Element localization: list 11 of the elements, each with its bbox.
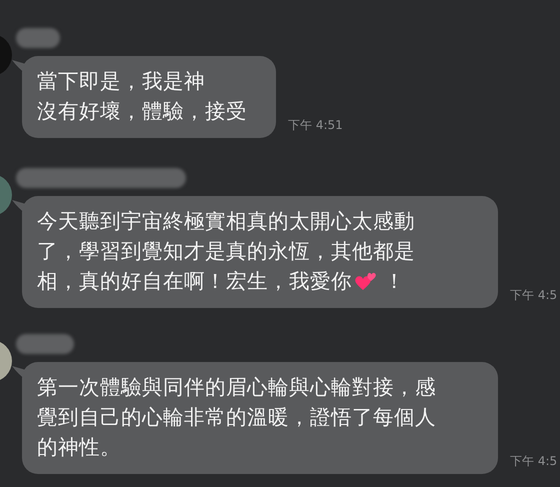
message-time: 下午 4:5	[510, 287, 558, 304]
message-time: 下午 4:5	[510, 453, 558, 470]
message-time: 下午 4:51	[288, 117, 343, 134]
blurred-name	[16, 28, 60, 48]
message-text: 當下即是，我是神 沒有好壞，體驗，接受	[37, 68, 248, 125]
hearts-icon	[354, 270, 378, 292]
message-text: ！	[384, 269, 405, 293]
message-text: 今天聽到宇宙終極實相真的太開心太感動 了，學習到覺知才是真的永恆，其他都是	[37, 208, 416, 265]
blurred-name	[16, 334, 74, 354]
message-text: 第一次體驗與同伴的眉心輪與心輪對接，感 覺到自己的心輪非常的溫暖，證悟了每個人 的神性。	[37, 374, 437, 461]
message-text: 相，真的好自在啊！宏生，我愛你	[37, 269, 352, 293]
